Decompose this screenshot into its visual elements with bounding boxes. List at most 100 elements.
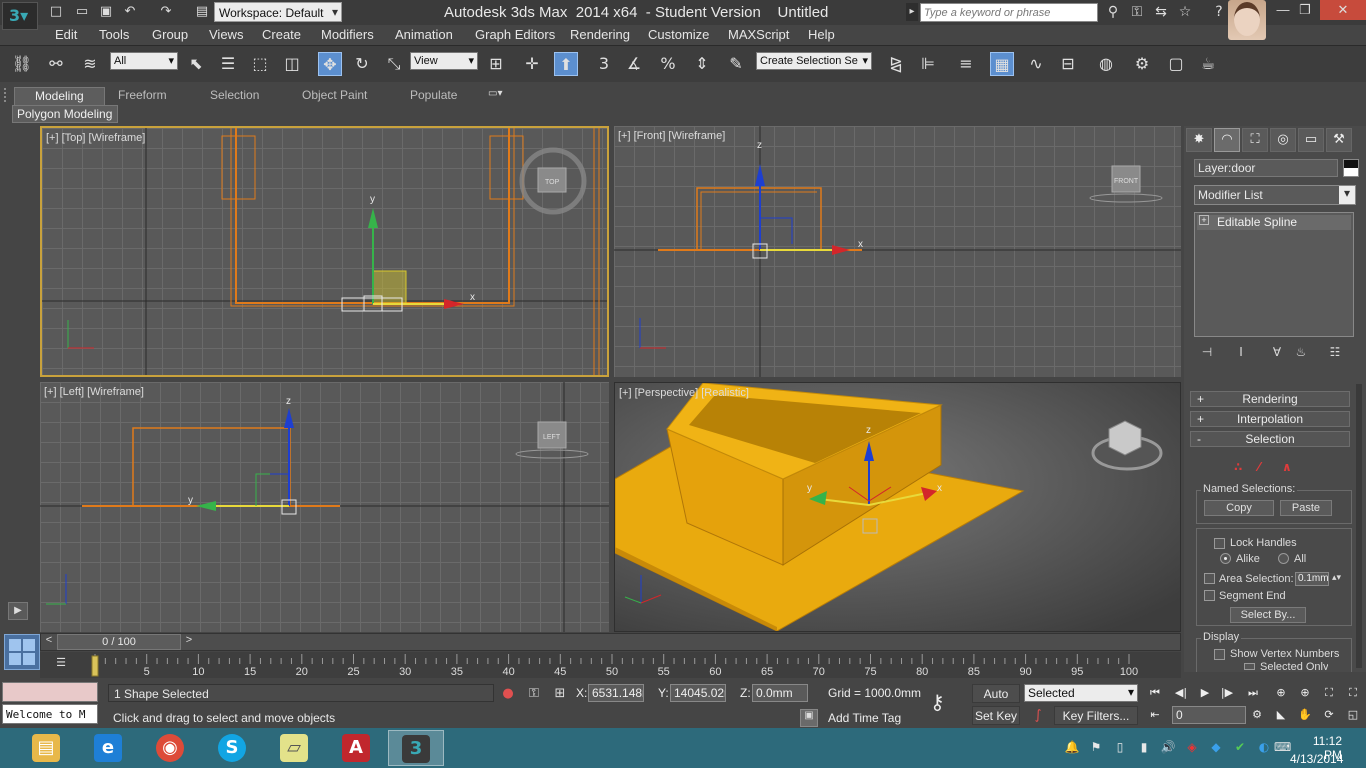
viewport-left[interactable]: [+] [Left] [Wireframe] z y LEFT — [40, 382, 609, 632]
motion-tab-icon[interactable]: ◎ — [1270, 128, 1296, 152]
go-to-end-icon[interactable]: ⏭ — [1244, 685, 1262, 701]
usb-device-icon[interactable]: ▯ — [1112, 740, 1128, 756]
keyboard-shortcut-override-icon[interactable]: ⬆ — [554, 52, 578, 76]
viewport-label[interactable]: [+] [Front] [Wireframe] — [618, 130, 725, 142]
set-key-mode-icon[interactable]: ⚷ — [930, 690, 962, 714]
binoculars-icon[interactable]: ⚲ — [1104, 3, 1122, 21]
object-name-field[interactable]: Layer:door — [1194, 159, 1338, 177]
absolute-mode-transform-icon[interactable]: ⊞ — [552, 686, 568, 702]
pin-stack-icon[interactable]: ⊣ — [1198, 345, 1216, 361]
previous-key-icon[interactable]: ◀| — [1172, 685, 1190, 701]
go-to-start-icon[interactable]: ⏮ — [1146, 685, 1164, 701]
create-tab-icon[interactable]: ✸ — [1186, 128, 1212, 152]
zoom-extents-icon[interactable]: ⛶ — [1320, 685, 1338, 701]
link-icon[interactable]: ⛓ — [10, 52, 34, 76]
taskbar-chrome[interactable]: ◉ — [142, 730, 198, 766]
schematic-view-icon[interactable]: ⊟ — [1056, 52, 1080, 76]
undo-icon[interactable]: ↶ — [122, 4, 138, 20]
time-tag-icon[interactable]: ▣ — [800, 709, 818, 727]
window-crossing-icon[interactable]: ◫ — [280, 52, 304, 76]
display-tab-icon[interactable]: ▭ — [1298, 128, 1324, 152]
help-circle-icon[interactable]: ◐ — [1256, 740, 1272, 756]
alike-radio[interactable] — [1220, 553, 1231, 564]
action-center-flag-icon[interactable]: ⚑ — [1088, 740, 1104, 756]
favorites-star-icon[interactable]: ☆ — [1176, 3, 1194, 21]
rollout-selection[interactable]: - Selection — [1190, 431, 1350, 447]
curve-editor-icon[interactable]: ∿ — [1024, 52, 1048, 76]
select-and-move-icon[interactable]: ✥ — [318, 52, 342, 76]
time-slider-thumb[interactable]: 0 / 100 — [57, 634, 181, 650]
redo-icon[interactable]: ↷ — [158, 4, 174, 20]
tab-populate[interactable]: Populate — [406, 87, 461, 105]
key-filter-selection-dropdown[interactable]: Selected — [1024, 684, 1138, 702]
spinner-snap-icon[interactable]: ⇕ — [690, 52, 714, 76]
taskbar-3dsmax[interactable]: 3 — [388, 730, 444, 766]
show-end-result-icon[interactable]: Ι — [1232, 345, 1250, 361]
rollout-toggle[interactable]: + — [1197, 412, 1204, 426]
key-mode-toggle-icon[interactable]: ⇤ — [1146, 707, 1164, 723]
remove-modifier-icon[interactable]: ♨ — [1292, 345, 1310, 361]
rollout-toggle[interactable]: + — [1197, 392, 1204, 406]
orbit-icon[interactable]: ⟳ — [1320, 707, 1338, 723]
infocenter-search-input[interactable]: Type a keyword or phrase — [920, 3, 1098, 22]
antivirus-icon[interactable]: ◈ — [1184, 740, 1200, 756]
search-expand-icon[interactable]: ▸ — [906, 3, 918, 21]
menu-views[interactable]: Views — [209, 27, 243, 42]
new-file-icon[interactable]: □ — [48, 4, 64, 20]
select-and-scale-icon[interactable]: ⤡ — [382, 52, 406, 76]
viewport-top[interactable]: [+] [Top] [Wireframe] y x TOP — [40, 126, 609, 377]
graphite-modeling-tools-icon[interactable]: ▦ — [990, 52, 1014, 76]
zoom-extents-all-icon[interactable]: ⛶ — [1344, 685, 1362, 701]
configure-modifier-sets-icon[interactable]: ☷ — [1326, 345, 1344, 361]
make-unique-icon[interactable]: ∀ — [1268, 345, 1286, 361]
render-setup-icon[interactable]: ⚙ — [1130, 52, 1154, 76]
named-selection-sets-dropdown[interactable]: Create Selection Se — [756, 52, 872, 70]
menu-group[interactable]: Group — [152, 27, 188, 42]
polygon-modeling-panel[interactable]: Polygon Modeling — [12, 105, 118, 123]
dropbox-icon[interactable]: ◆ — [1208, 740, 1224, 756]
utilities-tab-icon[interactable]: ⚒ — [1326, 128, 1352, 152]
align-icon[interactable]: ⊫ — [916, 52, 940, 76]
play-icon[interactable]: ▶ — [1196, 685, 1214, 701]
help-icon[interactable]: ? — [1210, 3, 1228, 21]
current-frame-marker[interactable] — [91, 655, 99, 677]
viewport-label[interactable]: [+] [Top] [Wireframe] — [46, 132, 145, 144]
taskbar-explorer[interactable]: ▤ — [18, 730, 74, 766]
select-object-icon[interactable]: ⬉ — [184, 52, 208, 76]
auto-key-button[interactable]: Auto Key — [972, 684, 1020, 720]
menu-rendering[interactable]: Rendering — [570, 27, 630, 42]
time-slider[interactable]: < 0 / 100 > — [40, 633, 1181, 651]
menu-tools[interactable]: Tools — [99, 27, 129, 42]
modifier-list-dropdown[interactable]: Modifier List — [1194, 185, 1356, 205]
menu-graph-editors[interactable]: Graph Editors — [475, 27, 555, 42]
ribbon-options-icon[interactable]: ▭▾ — [488, 88, 514, 102]
mirror-icon[interactable]: ⧎ — [884, 52, 908, 76]
spline-level-icon[interactable]: ∧ — [1282, 460, 1292, 474]
open-file-icon[interactable]: ▭ — [74, 4, 90, 20]
taskbar-skype[interactable]: S — [204, 730, 260, 766]
menu-edit[interactable]: Edit — [55, 27, 77, 42]
maximize-viewport-icon[interactable]: ◱ — [1344, 707, 1362, 723]
paste-button[interactable]: Paste — [1280, 500, 1332, 516]
tab-freeform[interactable]: Freeform — [114, 87, 171, 105]
expand-plus-icon[interactable]: + — [1199, 215, 1209, 225]
isolate-selection-icon[interactable]: ● — [500, 686, 516, 702]
snaps-toggle-icon[interactable]: 3 — [592, 52, 616, 76]
view-cube-label[interactable]: TOP — [545, 179, 560, 186]
pan-view-icon[interactable]: ✋ — [1296, 707, 1314, 723]
menu-maxscript[interactable]: MAXScript — [728, 27, 789, 42]
viewport-label[interactable]: [+] [Left] [Wireframe] — [44, 386, 144, 398]
menu-modifiers[interactable]: Modifiers — [321, 27, 374, 42]
set-key-button[interactable]: Set Key — [972, 706, 1020, 725]
y-coordinate-field[interactable]: 14045.02m — [670, 684, 726, 702]
modify-tab-icon[interactable]: ◠ — [1214, 128, 1240, 152]
add-time-tag[interactable]: Add Time Tag — [828, 711, 901, 725]
field-of-view-icon[interactable]: ◣ — [1272, 707, 1290, 723]
view-cube-label[interactable]: FRONT — [1114, 178, 1139, 185]
time-configuration-icon[interactable]: ⚙ — [1248, 707, 1266, 723]
lock-handles-checkbox[interactable] — [1214, 538, 1225, 549]
select-and-rotate-icon[interactable]: ↻ — [350, 52, 374, 76]
rollout-interpolation[interactable]: + Interpolation — [1190, 411, 1350, 427]
close-button[interactable]: ✕ — [1320, 0, 1366, 20]
layer-manager-icon[interactable]: ≡ — [954, 52, 978, 76]
